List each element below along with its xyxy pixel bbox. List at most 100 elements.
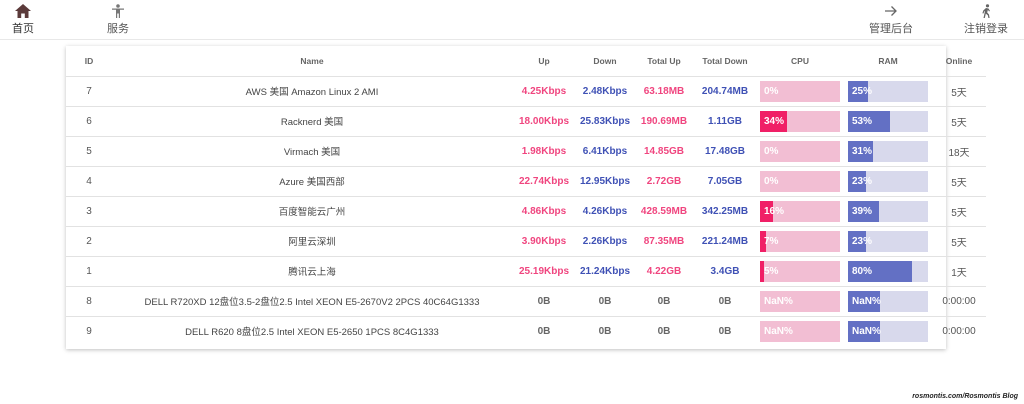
table-row[interactable]: 2 阿里云深圳 3.90Kbps 2.26Kbps 87.35MB 221.24MB 7% 2… (66, 226, 986, 257)
table-row[interactable]: 8 DELL R720XD 12盘位3.5-2盘位2.5 Intel XEON E… (66, 286, 986, 317)
table-row[interactable]: 3 百度智能云广州 4.86Kbps 4.26Kbps 428.59MB 342.25MB… (66, 196, 986, 227)
cell-id: 8 (66, 286, 112, 317)
cell-down: 12.95Kbps (576, 166, 634, 197)
cell-id: 2 (66, 226, 112, 257)
cell-name: Azure 美国西部 (112, 166, 512, 197)
nav-services-label: 服务 (107, 23, 129, 35)
cell-name: DELL R620 8盘位2.5 Intel XEON E5-2650 1PCS… (185, 327, 439, 339)
cell-cpu: 0% (756, 136, 844, 167)
cell-total-down: 204.74MB (694, 76, 756, 107)
cell-cpu: 34% (756, 106, 844, 137)
server-status-card: ID Name Up Down Total Up Total Down CPU … (66, 46, 986, 349)
cpu-usage-label: 5% (764, 265, 779, 277)
cell-up: 0B (512, 286, 576, 317)
cell-total-up: 0B (634, 286, 694, 317)
server-status-table: ID Name Up Down Total Up Total Down CPU … (66, 46, 986, 346)
cell-ram: NaN% (844, 316, 932, 346)
table-row[interactable]: 1 腾讯云上海 25.19Kbps 21.24Kbps 4.22GB 3.4GB 5% 80%… (66, 256, 986, 287)
nav-logout-label: 注销登录 (964, 23, 1008, 35)
ram-usage-label: NaN% (852, 325, 881, 337)
cell-total-down: 0B (694, 286, 756, 317)
walking-person-icon (982, 4, 990, 18)
cpu-usage-bar: 0% (760, 80, 840, 102)
cell-id: 9 (86, 325, 92, 337)
cpu-usage-label: 0% (764, 145, 779, 157)
footer-credit: rosmontis.com/Rosmontis Blog (912, 393, 1018, 400)
cell-id: 6 (66, 106, 112, 137)
nav-logout[interactable]: 注销登录 (956, 4, 1016, 36)
cell-name: AWS 美国 Amazon Linux 2 AMI (112, 76, 512, 107)
cell-total-up: 4.22GB (634, 256, 694, 287)
ram-usage-label: 80% (852, 265, 873, 277)
cell-total-up: 63.18MB (634, 76, 694, 107)
table-row[interactable]: 9 DELL R620 8盘位2.5 Intel XEON E5-2650 1PC… (66, 316, 986, 346)
cell-cpu: 16% (756, 196, 844, 227)
cell-total-up: 190.69MB (634, 106, 694, 137)
cell-ram: 31% (844, 136, 932, 167)
cell-down: 2.26Kbps (576, 226, 634, 257)
cell-up: 25.19Kbps (512, 256, 576, 287)
cell-down: 0B (598, 325, 612, 337)
cpu-usage-label: 7% (764, 235, 779, 247)
cell-up: 18.00Kbps (512, 106, 576, 137)
col-header-up: Up (512, 46, 576, 77)
ram-usage-label: 25% (852, 85, 873, 97)
cell-name: Virmach 美国 (112, 136, 512, 167)
table-row[interactable]: 4 Azure 美国西部 22.74Kbps 12.95Kbps 2.72GB 7.05G… (66, 166, 986, 197)
ram-usage-bar: NaN% (848, 290, 928, 312)
nav-admin[interactable]: 管理后台 (861, 4, 921, 36)
cpu-usage-label: NaN% (764, 325, 793, 337)
home-icon (15, 4, 31, 18)
cell-total-up: 0B (657, 325, 671, 337)
cpu-usage-bar: 7% (760, 230, 840, 252)
cell-online: 0:00:00 (942, 325, 976, 337)
ram-usage-bar: 25% (848, 80, 928, 102)
cpu-usage-bar: 16% (760, 200, 840, 222)
cpu-usage-bar: 0% (760, 140, 840, 162)
cell-cpu: 0% (756, 166, 844, 197)
cell-name: 百度智能云广州 (112, 196, 512, 227)
table-row[interactable]: 5 Virmach 美国 1.98Kbps 6.41Kbps 14.85GB 17.48G… (66, 136, 986, 167)
ram-usage-bar: 31% (848, 140, 928, 162)
cell-up: 22.74Kbps (512, 166, 576, 197)
cell-down: 25.83Kbps (576, 106, 634, 137)
nav-home-label: 首页 (12, 23, 34, 35)
cell-name: 腾讯云上海 (112, 256, 512, 287)
cell-ram: 53% (844, 106, 932, 137)
cell-total-up: 14.85GB (634, 136, 694, 167)
arrow-right-icon (885, 6, 897, 16)
ram-usage-label: 53% (852, 115, 873, 127)
nav-admin-label: 管理后台 (869, 23, 913, 35)
cell-ram: 25% (844, 76, 932, 107)
table-row[interactable]: 7 AWS 美国 Amazon Linux 2 AMI 4.25Kbps 2.48Kb… (66, 76, 986, 107)
cell-total-down: 17.48GB (694, 136, 756, 167)
cell-cpu: 5% (756, 256, 844, 287)
cell-name: 阿里云深圳 (112, 226, 512, 257)
cell-ram: 23% (844, 226, 932, 257)
col-header-name: Name (112, 46, 512, 77)
ram-usage-label: 31% (852, 145, 873, 157)
col-header-cpu: CPU (756, 46, 844, 77)
cell-up: 3.90Kbps (512, 226, 576, 257)
cell-online: 5天 (932, 196, 986, 227)
cell-down: 4.26Kbps (576, 196, 634, 227)
cell-total-up: 87.35MB (634, 226, 694, 257)
cell-total-down: 7.05GB (694, 166, 756, 197)
cell-online: 5天 (932, 166, 986, 197)
col-header-id: ID (66, 46, 112, 77)
nav-services[interactable]: 服务 (88, 4, 148, 36)
cell-total-down: 221.24MB (694, 226, 756, 257)
cell-id: 5 (66, 136, 112, 167)
cell-up: 4.25Kbps (512, 76, 576, 107)
top-nav-bar: 首页 服务 管理后台 注销登录 (0, 0, 1024, 40)
cpu-usage-label: 0% (764, 175, 779, 187)
person-icon (112, 4, 124, 18)
table-row[interactable]: 6 Racknerd 美国 18.00Kbps 25.83Kbps 190.69MB 1.… (66, 106, 986, 137)
cell-down: 21.24Kbps (576, 256, 634, 287)
cell-ram: 39% (844, 196, 932, 227)
cpu-usage-label: 0% (764, 85, 779, 97)
nav-home[interactable]: 首页 (0, 4, 53, 36)
cpu-usage-bar: 0% (760, 170, 840, 192)
col-header-down: Down (576, 46, 634, 77)
cell-up: 4.86Kbps (512, 196, 576, 227)
